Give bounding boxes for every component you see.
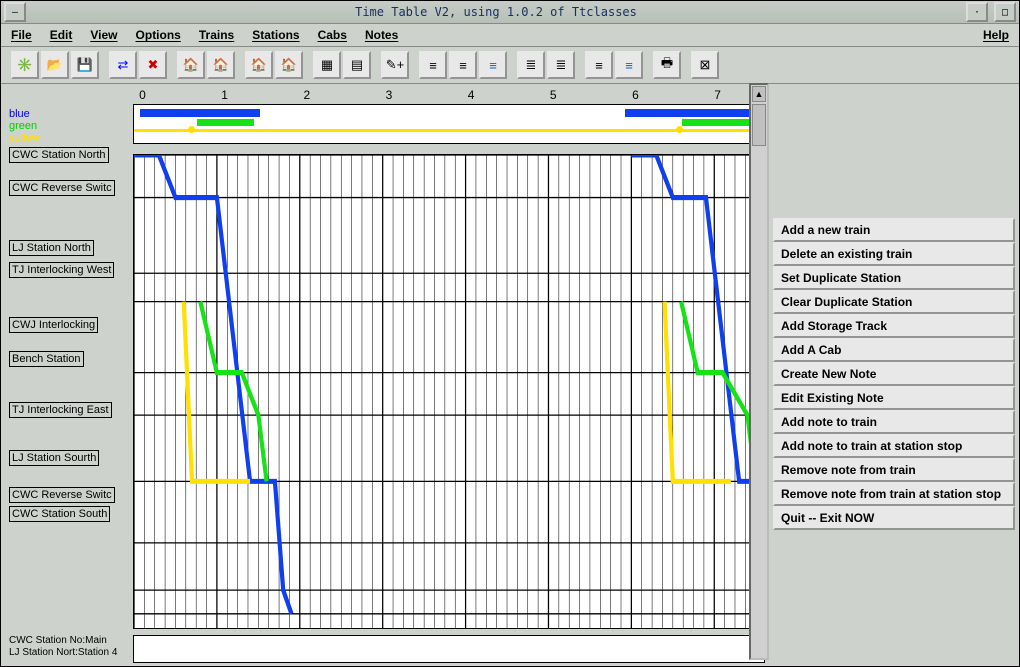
action-button[interactable]: Add note to train — [773, 410, 1015, 434]
toolbar-grid2-icon[interactable]: ▤ — [343, 51, 371, 79]
station-label: CWC Station South — [9, 506, 110, 522]
menu-notes[interactable]: Notes — [365, 28, 398, 42]
graph-panel: 0 1 2 3 4 5 6 7 blue green yellow — [1, 84, 769, 667]
menu-stations[interactable]: Stations — [252, 28, 299, 42]
time-axis: 0 1 2 3 4 5 6 7 — [133, 88, 765, 104]
action-button[interactable]: Quit -- Exit NOW — [773, 506, 1015, 530]
toolbar-station-4-icon[interactable]: 🏠 — [275, 51, 303, 79]
toolbar-align7-icon[interactable]: ≡ — [615, 51, 643, 79]
vertical-scrollbar[interactable]: ▲ — [749, 83, 769, 660]
toolbar-align4-icon[interactable]: ≣ — [517, 51, 545, 79]
cab-occupancy-strip[interactable] — [133, 104, 765, 144]
window-title: Time Table V2, using 1.0.2 of Ttclasses — [29, 5, 963, 19]
tick: 0 — [139, 88, 146, 102]
station-label: CWC Reverse Switc — [9, 180, 115, 196]
toolbar-grid-icon[interactable]: ▦ — [313, 51, 341, 79]
menubar: File Edit View Options Trains Stations C… — [1, 24, 1019, 47]
toolbar-station-2-icon[interactable]: 🏠 — [207, 51, 235, 79]
action-button[interactable]: Add Storage Track — [773, 314, 1015, 338]
scroll-thumb[interactable] — [752, 104, 766, 146]
action-button[interactable]: Set Duplicate Station — [773, 266, 1015, 290]
tick: 1 — [221, 88, 228, 102]
action-button[interactable]: Create New Note — [773, 362, 1015, 386]
station-label: TJ Interlocking East — [9, 402, 112, 418]
station-label: CWC Reverse Switc — [9, 487, 115, 503]
status-line-1: CWC Station No:Main — [9, 635, 129, 647]
station-label: CWC Station North — [9, 147, 109, 163]
titlebar: — Time Table V2, using 1.0.2 of Ttclasse… — [1, 1, 1019, 24]
status-labels: CWC Station No:Main LJ Station Nort:Stat… — [9, 635, 129, 663]
menu-trains[interactable]: Trains — [199, 28, 234, 42]
toolbar-note-add-icon[interactable]: ✎+ — [381, 51, 409, 79]
minimize-button[interactable]: · — [966, 2, 988, 22]
toolbar-train-add-icon[interactable]: ⇄ — [109, 51, 137, 79]
station-labels: CWC Station NorthCWC Reverse SwitcLJ Sta… — [9, 154, 129, 524]
menu-help[interactable]: Help — [983, 28, 1009, 42]
action-button[interactable]: Add A Cab — [773, 338, 1015, 362]
tick: 7 — [714, 88, 721, 102]
action-button[interactable]: Add note to train at station stop — [773, 434, 1015, 458]
app-window: — Time Table V2, using 1.0.2 of Ttclasse… — [0, 0, 1020, 667]
station-label: LJ Station North — [9, 240, 94, 256]
toolbar-align5-icon[interactable]: ≣ — [547, 51, 575, 79]
station-label: CWJ Interlocking — [9, 317, 98, 333]
toolbar-station-1-icon[interactable]: 🏠 — [177, 51, 205, 79]
status-strip — [133, 635, 765, 663]
tick: 5 — [550, 88, 557, 102]
menu-view[interactable]: View — [90, 28, 117, 42]
action-button[interactable]: Add a new train — [773, 218, 1015, 242]
menu-options[interactable]: Options — [136, 28, 181, 42]
window-menu-button[interactable]: — — [4, 2, 26, 22]
toolbar-print-icon[interactable]: 🖶 — [653, 51, 681, 79]
action-button[interactable]: Edit Existing Note — [773, 386, 1015, 410]
menu-file[interactable]: File — [11, 28, 32, 42]
legend: blue green yellow — [9, 104, 129, 144]
body: 0 1 2 3 4 5 6 7 blue green yellow — [1, 84, 1019, 667]
legend-blue: blue — [9, 108, 129, 120]
legend-yellow: yellow — [9, 132, 129, 144]
action-panel: Add a new trainDelete an existing trainS… — [769, 84, 1019, 667]
toolbar-open-icon[interactable]: 📂 — [41, 51, 69, 79]
station-label: TJ Interlocking West — [9, 262, 114, 278]
legend-green: green — [9, 120, 129, 132]
train-graph[interactable] — [133, 154, 765, 629]
toolbar-align1-icon[interactable]: ≡ — [419, 51, 447, 79]
tick: 3 — [386, 88, 393, 102]
action-button[interactable]: Clear Duplicate Station — [773, 290, 1015, 314]
toolbar-close-icon[interactable]: ⊠ — [691, 51, 719, 79]
action-button[interactable]: Remove note from train — [773, 458, 1015, 482]
toolbar-station-3-icon[interactable]: 🏠 — [245, 51, 273, 79]
toolbar-save-icon[interactable]: 💾 — [71, 51, 99, 79]
status-line-2: LJ Station Nort:Station 4 — [9, 647, 129, 659]
toolbar: ✳️ 📂 💾 ⇄ ✖ 🏠 🏠 🏠 🏠 ▦ ▤ ✎+ ≡ ≡ ≡ ≣ ≣ ≡ ≡ … — [1, 47, 1019, 84]
menu-cabs[interactable]: Cabs — [318, 28, 347, 42]
toolbar-align3-icon[interactable]: ≡ — [479, 51, 507, 79]
maximize-button[interactable]: □ — [994, 2, 1016, 22]
action-button[interactable]: Remove note from train at station stop — [773, 482, 1015, 506]
action-button[interactable]: Delete an existing train — [773, 242, 1015, 266]
toolbar-align6-icon[interactable]: ≡ — [585, 51, 613, 79]
tick: 2 — [303, 88, 310, 102]
station-label: Bench Station — [9, 351, 84, 367]
tick: 6 — [632, 88, 639, 102]
menu-edit[interactable]: Edit — [50, 28, 73, 42]
toolbar-new-icon[interactable]: ✳️ — [11, 51, 39, 79]
toolbar-align2-icon[interactable]: ≡ — [449, 51, 477, 79]
station-label: LJ Station Sourth — [9, 450, 99, 466]
toolbar-train-del-icon[interactable]: ✖ — [139, 51, 167, 79]
scroll-up-icon[interactable]: ▲ — [752, 86, 766, 102]
tick: 4 — [468, 88, 475, 102]
